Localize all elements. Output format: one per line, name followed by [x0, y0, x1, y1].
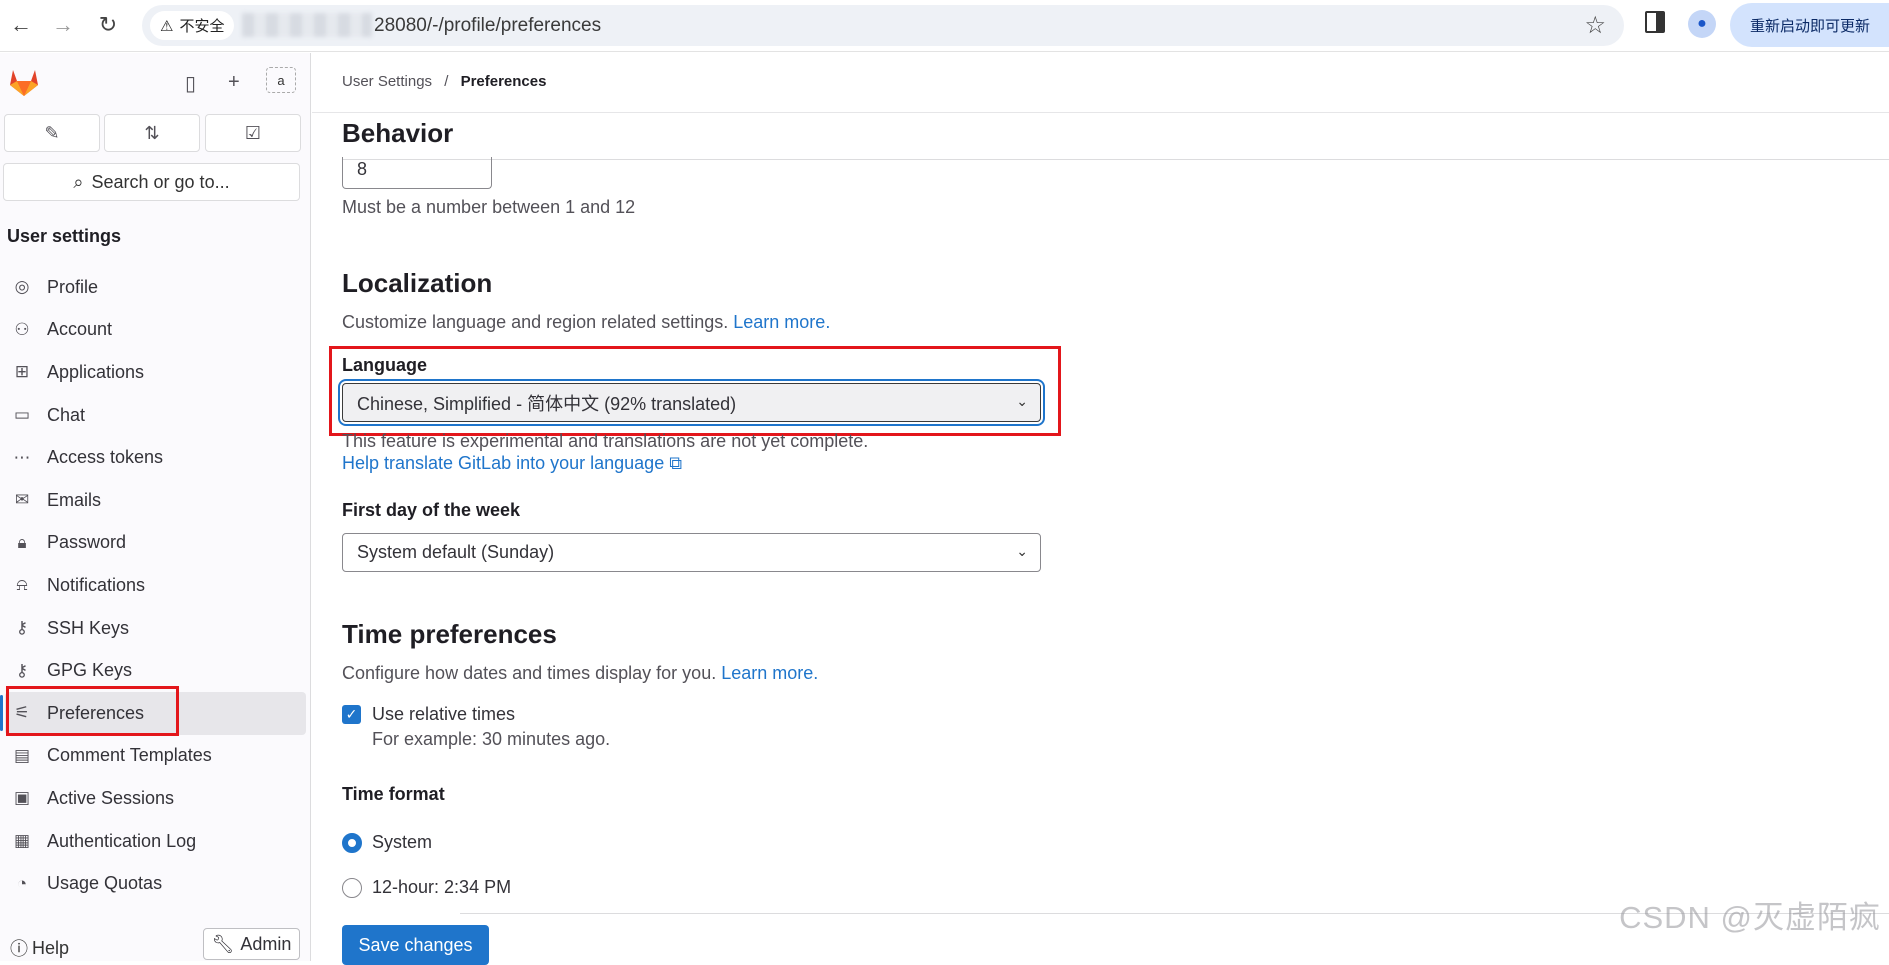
search-button[interactable]: ⌕ Search or go to...	[3, 163, 300, 201]
search-icon: ⌕	[73, 171, 84, 192]
time-format-12h-radio[interactable]	[342, 878, 362, 898]
sidebar-toggle-icon[interactable]: ▯	[185, 71, 196, 96]
main-content: User Settings / Preferences Behavior 8 M…	[312, 53, 1889, 965]
localization-learn-more-link[interactable]: Learn more.	[733, 312, 830, 332]
forward-icon[interactable]: →	[48, 10, 78, 40]
key-icon: ⚷	[15, 618, 29, 638]
relaunch-button[interactable]: 重新启动即可更新	[1730, 3, 1889, 47]
lock-icon: 🔒︎	[17, 532, 27, 552]
breadcrumb-parent[interactable]: User Settings	[342, 73, 432, 90]
issues-icon: ✎	[44, 122, 60, 143]
quota-icon: ◔	[16, 873, 28, 893]
behavior-title: Behavior	[342, 118, 454, 148]
first-day-label: First day of the week	[342, 500, 521, 520]
experimental-note: This feature is experimental and transla…	[342, 431, 869, 451]
number-input[interactable]: 8	[342, 157, 492, 189]
mail-icon: ✉	[14, 490, 30, 510]
issues-button[interactable]: ✎	[4, 114, 100, 152]
sidebar-item-password[interactable]: 🔒︎ Password	[0, 522, 311, 565]
url-text: 28080/-/profile/preferences	[374, 15, 602, 36]
section-title: User settings	[7, 226, 122, 246]
account-icon: ⚇	[14, 319, 30, 339]
bookmark-star-icon[interactable]: ☆	[1584, 11, 1606, 40]
external-link-icon: ⧉	[669, 453, 683, 473]
sidebar-item-authentication-log[interactable]: ▦ Authentication Log	[0, 820, 311, 863]
time-format-system-label[interactable]: System	[372, 832, 432, 853]
time-format-12h-label[interactable]: 12-hour: 2:34 PM	[372, 877, 511, 898]
applications-icon: ⊞	[14, 362, 30, 382]
address-bar[interactable]: ⚠ 不安全 28080/-/profile/preferences ☆	[142, 5, 1624, 46]
sidebar-item-profile[interactable]: ◎ Profile	[0, 266, 311, 309]
sidebar-item-notifications[interactable]: ⍾ Notifications	[0, 564, 311, 607]
settings-nav: ◎ Profile ⚇ Account ⊞ Applications ▭ Chat ⋯ A…	[0, 266, 311, 905]
todos-button[interactable]: ☑	[205, 114, 301, 152]
chat-icon: ▭	[13, 405, 31, 425]
time-preferences-description: Configure how dates and times display fo…	[342, 663, 819, 683]
security-chip[interactable]: ⚠ 不安全	[150, 11, 235, 40]
localization-title: Localization	[342, 268, 493, 298]
relative-times-example: For example: 30 minutes ago.	[372, 729, 611, 749]
sidebar-item-active-sessions[interactable]: ▣ Active Sessions	[0, 777, 311, 820]
comment-icon: ▤	[13, 745, 31, 765]
breadcrumb-current: Preferences	[460, 73, 547, 90]
sidebar-item-account[interactable]: ⚇ Account	[0, 309, 311, 352]
admin-button[interactable]: 🔧︎ Admin	[203, 928, 300, 960]
time-preferences-title: Time preferences	[342, 619, 557, 649]
browser-profile-icon[interactable]: ●	[1688, 10, 1716, 38]
warning-icon: ⚠	[160, 17, 174, 35]
merge-requests-button[interactable]: ⇅	[104, 114, 200, 152]
chevron-down-icon: ⌄	[1016, 543, 1028, 559]
sidebar-item-emails[interactable]: ✉ Emails	[0, 479, 311, 522]
help-button[interactable]: ⓘ Help	[10, 935, 69, 961]
sidebar-item-comment-templates[interactable]: ▤ Comment Templates	[0, 735, 311, 778]
create-new-icon[interactable]: +	[228, 71, 240, 94]
help-translate-link[interactable]: Help translate GitLab into your language…	[342, 453, 682, 474]
sidebar-item-ssh-keys[interactable]: ⚷ SSH Keys	[0, 607, 311, 650]
highlight-box-language	[329, 346, 1061, 436]
sidebar-item-chat[interactable]: ▭ Chat	[0, 394, 311, 437]
save-changes-button[interactable]: Save changes	[342, 925, 489, 965]
first-day-select[interactable]: System default (Sunday) ⌄	[342, 533, 1041, 572]
time-format-system-radio[interactable]	[342, 833, 362, 853]
monitor-icon: ▣	[13, 788, 31, 808]
log-icon: ▦	[13, 831, 31, 851]
time-learn-more-link[interactable]: Learn more.	[721, 663, 818, 683]
breadcrumb: User Settings / Preferences	[342, 73, 547, 90]
watermark: CSDN @灭虚陌疯	[1619, 900, 1881, 935]
profile-icon: ◎	[14, 277, 30, 297]
gitlab-logo-icon[interactable]	[8, 67, 40, 97]
sidebar: ▯ + a ✎ ⇅ ☑ ⌕ Search or go to... User se…	[0, 53, 311, 961]
back-icon[interactable]: ←	[6, 10, 36, 40]
wrench-icon: 🔧︎	[211, 933, 235, 954]
relative-times-label[interactable]: Use relative times	[372, 704, 515, 725]
sidebar-item-usage-quotas[interactable]: ◔ Usage Quotas	[0, 862, 311, 905]
merge-request-icon: ⇅	[144, 122, 160, 143]
reload-icon[interactable]: ↻	[93, 10, 123, 40]
sidebar-item-access-tokens[interactable]: ⋯ Access tokens	[0, 436, 311, 479]
todo-icon: ☑	[244, 122, 262, 143]
number-hint: Must be a number between 1 and 12	[342, 197, 636, 217]
token-icon: ⋯	[13, 447, 31, 467]
blurred-host	[242, 13, 372, 37]
localization-description: Customize language and region related se…	[342, 312, 831, 332]
bell-icon: ⍾	[16, 575, 28, 595]
behavior-divider	[342, 159, 1889, 160]
help-icon: ⓘ	[10, 939, 28, 959]
key-icon: ⚷	[15, 660, 29, 680]
avatar[interactable]: a	[266, 67, 296, 93]
highlight-box-preferences	[6, 686, 179, 736]
header-divider	[312, 112, 1889, 113]
relative-times-checkbox[interactable]: ✓	[342, 705, 361, 724]
side-panel-icon[interactable]	[1645, 11, 1665, 33]
time-format-label: Time format	[342, 784, 445, 804]
browser-toolbar: ← → ↻ ⚠ 不安全 28080/-/profile/preferences …	[0, 0, 1889, 52]
sidebar-item-applications[interactable]: ⊞ Applications	[0, 351, 311, 394]
